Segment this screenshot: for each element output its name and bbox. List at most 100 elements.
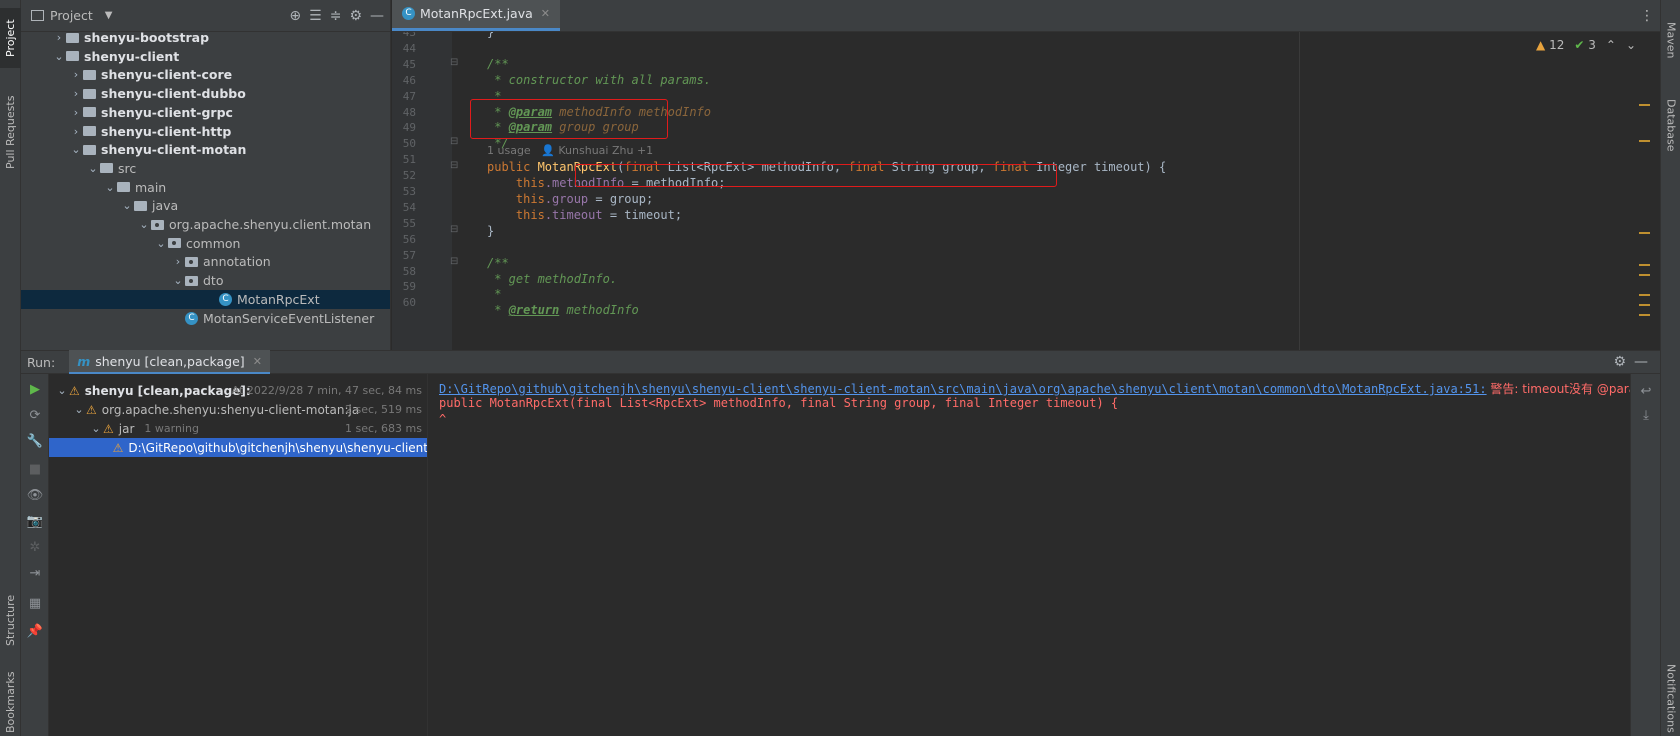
fold-icon[interactable]: ⊟ bbox=[450, 136, 458, 147]
project-tree-item[interactable]: ⌄ dto bbox=[21, 271, 390, 290]
chevron-down-icon[interactable]: ⌄ bbox=[171, 274, 185, 287]
run-tab-shenyu[interactable]: m shenyu [clean,package] ✕ bbox=[69, 350, 270, 374]
project-tree-item[interactable]: ⌄ src bbox=[21, 159, 390, 178]
editor-tab-bar: C MotanRpcExt.java ✕ ⋮ bbox=[392, 0, 1660, 32]
project-tree-item[interactable]: ⌄ shenyu-client-motan bbox=[21, 140, 390, 159]
author-hint[interactable]: Kunshuai Zhu +1 bbox=[558, 144, 653, 157]
camera-icon[interactable]: 📷 bbox=[21, 514, 49, 529]
warning-stripe-mark[interactable] bbox=[1639, 140, 1650, 142]
chevron-down-icon[interactable]: ⌄ bbox=[103, 181, 117, 194]
maven-tool-tab[interactable]: Maven bbox=[1661, 10, 1680, 70]
warning-stripe-mark[interactable] bbox=[1639, 274, 1650, 276]
project-tree-item[interactable]: › shenyu-client-core bbox=[21, 65, 390, 84]
scroll-to-end-icon[interactable]: ⤓ bbox=[1631, 408, 1661, 423]
chevron-down-icon[interactable]: ⌄ bbox=[55, 384, 69, 397]
fold-icon[interactable]: ⊟ bbox=[450, 57, 458, 68]
warning-icon: ⚠ bbox=[86, 402, 97, 417]
chevron-right-icon[interactable]: › bbox=[52, 31, 66, 44]
chevron-down-icon[interactable]: ⌄ bbox=[89, 422, 103, 435]
chevron-down-icon[interactable]: ⌄ bbox=[154, 237, 168, 250]
chevron-down-icon[interactable]: ⌄ bbox=[120, 199, 134, 212]
chevron-down-icon[interactable]: ⌄ bbox=[137, 218, 151, 231]
project-tree-item[interactable]: C MotanRpcExt bbox=[21, 289, 390, 309]
project-tool-tab[interactable]: Project bbox=[0, 8, 21, 68]
warning-stripe-mark[interactable] bbox=[1639, 232, 1650, 234]
soft-wrap-icon[interactable]: ↩ bbox=[1631, 384, 1661, 399]
build-tree-item[interactable]: ⚠ D:\GitRepo\github\gitchenjh\shenyu\shen… bbox=[49, 438, 428, 457]
build-duration: At 2022/9/28 7 min, 47 sec, 84 ms bbox=[231, 384, 422, 397]
chevron-down-icon[interactable]: ⌄ bbox=[69, 143, 83, 156]
login-icon[interactable]: ⇥ bbox=[21, 566, 49, 581]
inspection-widget[interactable]: ▲ 12 ✔ 3 ⌃ ⌄ bbox=[1536, 38, 1636, 52]
build-tree-item[interactable]: ⌄ ⚠ jar 1 warning 1 sec, 683 ms bbox=[49, 419, 427, 438]
project-tree-item[interactable]: › shenyu-client-http bbox=[21, 122, 390, 141]
warning-stripe-mark[interactable] bbox=[1639, 314, 1650, 316]
minimize-icon[interactable]: — bbox=[370, 8, 384, 24]
console-file-link[interactable]: D:\GitRepo\github\gitchenjh\shenyu\sheny… bbox=[439, 382, 1487, 396]
gear-icon[interactable]: ⚙ bbox=[1613, 354, 1626, 370]
code-editor[interactable]: 43 44 45 46 47 48 49 50 51 52 53 54 55 56 57 58 59 60 ▲ 1… bbox=[392, 32, 1660, 350]
project-tree-item[interactable]: ⌄ common bbox=[21, 234, 390, 253]
chevron-right-icon[interactable]: › bbox=[69, 125, 83, 138]
console-output[interactable]: D:\GitRepo\github\gitchenjh\shenyu\sheny… bbox=[429, 374, 1630, 736]
bookmarks-tool-tab[interactable]: Bookmarks bbox=[0, 670, 21, 734]
close-icon[interactable]: ✕ bbox=[541, 7, 550, 20]
toggle-offline-icon[interactable]: ⟳ bbox=[21, 408, 49, 423]
chevron-down-icon[interactable]: ⌄ bbox=[1626, 38, 1636, 52]
project-panel: Project ▼ ⊕ ☰ ≑ ⚙ — › shenyu-bootstrap ⌄ sh… bbox=[21, 0, 391, 350]
project-tree-item[interactable]: › shenyu-client-grpc bbox=[21, 103, 390, 122]
warning-stripe-mark[interactable] bbox=[1639, 304, 1650, 306]
debug-icon[interactable]: ✲ bbox=[21, 540, 49, 555]
project-tree-item[interactable]: ⌄ java bbox=[21, 196, 390, 215]
more-options-icon[interactable]: ⋮ bbox=[1640, 8, 1654, 24]
chevron-right-icon[interactable]: › bbox=[69, 106, 83, 119]
stop-icon[interactable]: ■ bbox=[21, 462, 49, 477]
layout-icon[interactable]: ▦ bbox=[21, 596, 49, 611]
pin-icon[interactable]: 📌 bbox=[21, 624, 49, 639]
structure-tool-tab[interactable]: Structure bbox=[0, 585, 21, 655]
project-tree-item[interactable]: › annotation bbox=[21, 252, 390, 271]
minimize-icon[interactable]: — bbox=[1634, 354, 1648, 370]
usage-hint[interactable]: 1 usage bbox=[487, 144, 531, 157]
project-tree-item[interactable]: › shenyu-bootstrap bbox=[21, 28, 390, 47]
project-tree-item-label: shenyu-client-core bbox=[101, 67, 233, 83]
gear-icon[interactable]: ⚙ bbox=[349, 8, 362, 24]
notifications-tool-tab[interactable]: Notifications bbox=[1661, 660, 1680, 736]
code-vision-hint[interactable]: 1 usage 👤 Kunshuai Zhu +1 bbox=[487, 144, 653, 157]
build-tree-item[interactable]: ⌄ ⚠ org.apache.shenyu:shenyu-client-motan:… bbox=[49, 400, 427, 419]
chevron-down-icon[interactable]: ⌄ bbox=[52, 50, 66, 63]
fold-icon[interactable]: ⊟ bbox=[450, 160, 458, 171]
project-tree-item[interactable]: ⌄ shenyu-client bbox=[21, 47, 390, 66]
chevron-right-icon[interactable]: › bbox=[69, 68, 83, 81]
warning-stripe-mark[interactable] bbox=[1639, 104, 1650, 106]
project-tree-item[interactable]: ⌄ org.apache.shenyu.client.motan bbox=[21, 215, 390, 234]
console-warning-text: 警告: timeout没有 @param bbox=[1490, 382, 1630, 396]
close-icon[interactable]: ✕ bbox=[253, 355, 262, 368]
chevron-down-icon[interactable]: ▼ bbox=[105, 10, 113, 21]
build-tree-item[interactable]: ⌄ ⚠ shenyu [clean,package]: At 2022/9/28 7 … bbox=[49, 381, 427, 400]
project-tree-item[interactable]: ⌄ main bbox=[21, 178, 390, 197]
expand-all-icon[interactable]: ☰ bbox=[309, 8, 322, 24]
collapse-all-icon[interactable]: ≑ bbox=[330, 8, 342, 24]
project-panel-title[interactable]: Project bbox=[50, 8, 93, 23]
wrench-icon[interactable]: 🔧 bbox=[21, 434, 49, 449]
database-tool-tab[interactable]: Database bbox=[1661, 90, 1680, 160]
build-tree-item-label: D:\GitRepo\github\gitchenjh\shenyu\sheny… bbox=[128, 440, 428, 455]
locate-icon[interactable]: ⊕ bbox=[289, 8, 301, 24]
project-tree-item[interactable]: › shenyu-client-dubbo bbox=[21, 84, 390, 103]
warning-stripe-mark[interactable] bbox=[1639, 294, 1650, 296]
chevron-right-icon[interactable]: › bbox=[69, 87, 83, 100]
eye-icon[interactable]: 👁 bbox=[21, 488, 49, 503]
warning-stripe-mark[interactable] bbox=[1639, 264, 1650, 266]
chevron-right-icon[interactable]: › bbox=[171, 255, 185, 268]
warning-count-label: 1 warning bbox=[144, 422, 199, 435]
rerun-icon[interactable]: ▶ bbox=[21, 382, 49, 397]
chevron-down-icon[interactable]: ⌄ bbox=[72, 403, 86, 416]
fold-icon[interactable]: ⊟ bbox=[450, 224, 458, 235]
chevron-up-icon[interactable]: ⌃ bbox=[1606, 38, 1616, 52]
chevron-down-icon[interactable]: ⌄ bbox=[86, 162, 100, 175]
project-tree-item[interactable]: C MotanServiceEventListener bbox=[21, 309, 390, 328]
editor-tab-motanrpcext[interactable]: C MotanRpcExt.java ✕ bbox=[392, 0, 560, 31]
pull-requests-tool-tab[interactable]: Pull Requests bbox=[0, 85, 21, 180]
fold-icon[interactable]: ⊟ bbox=[450, 256, 458, 267]
